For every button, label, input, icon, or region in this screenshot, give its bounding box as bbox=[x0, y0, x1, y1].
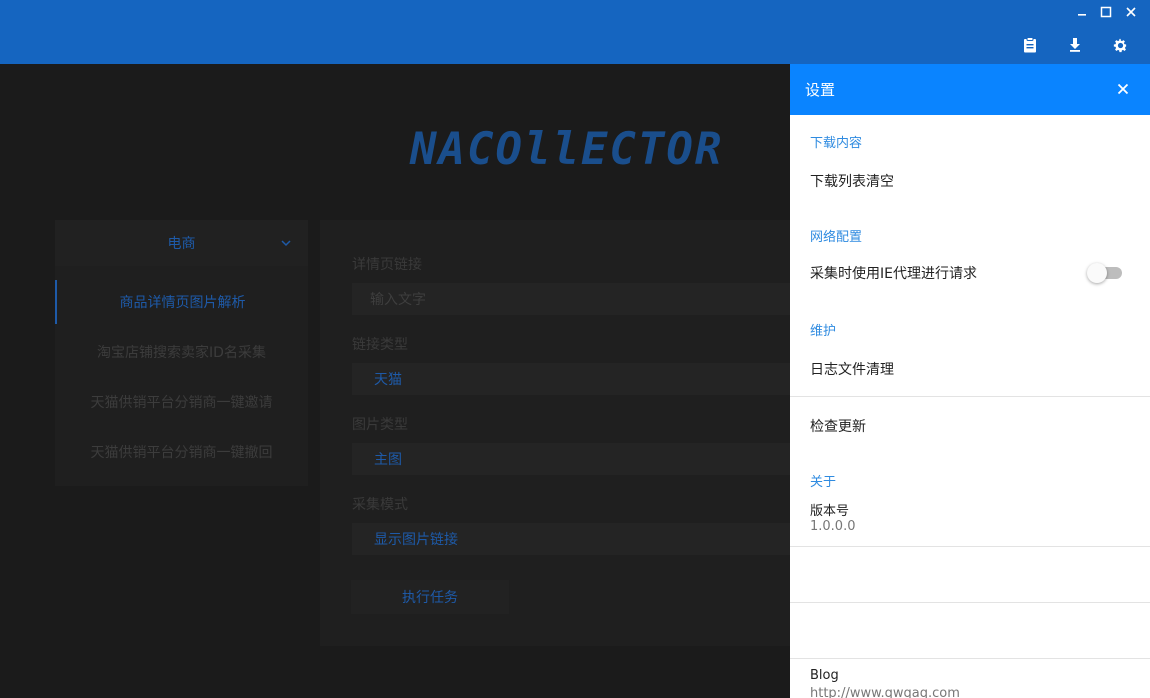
maximize-icon[interactable] bbox=[1095, 2, 1117, 22]
settings-header: 设置 bbox=[790, 64, 1150, 115]
clear-download-list-button[interactable]: 下载列表清空 bbox=[810, 171, 894, 191]
sidebar-item-seller-id[interactable]: 淘宝店铺搜索卖家ID名采集 bbox=[55, 330, 308, 374]
settings-close-icon[interactable] bbox=[1112, 78, 1134, 100]
divider bbox=[790, 546, 1150, 547]
download-section-title: 下载内容 bbox=[810, 136, 863, 151]
mode-select[interactable]: 显示图片链接 bbox=[352, 523, 790, 555]
version-label: 版本号 bbox=[810, 504, 850, 519]
link-input[interactable]: 输入文字 bbox=[352, 283, 790, 315]
network-section-title: 网络配置 bbox=[810, 230, 863, 245]
download-icon[interactable] bbox=[1063, 34, 1087, 56]
sidebar-item-image-parse[interactable]: 商品详情页图片解析 bbox=[55, 280, 308, 324]
version-value: 1.0.0.0 bbox=[810, 519, 856, 534]
sidebar-item-label: 天猫供销平台分销商一键撤回 bbox=[90, 445, 273, 461]
category-label: 电商 bbox=[167, 236, 196, 252]
blog-link[interactable]: http://www.qwqaq.com bbox=[810, 686, 960, 698]
divider bbox=[790, 396, 1150, 397]
sidebar-item-label: 淘宝店铺搜索卖家ID名采集 bbox=[97, 345, 266, 361]
settings-title: 设置 bbox=[805, 81, 836, 99]
sidebar-item-label: 天猫供销平台分销商一键邀请 bbox=[90, 395, 273, 411]
category-selector[interactable]: 电商 bbox=[55, 220, 308, 266]
task-form: 详情页链接 输入文字 链接类型 天猫 图片类型 主图 采集模式 显示图片链接 执… bbox=[320, 220, 790, 646]
clipboard-icon[interactable] bbox=[1018, 34, 1042, 56]
mode-label: 采集模式 bbox=[352, 497, 408, 513]
link-label: 详情页链接 bbox=[352, 257, 422, 273]
about-section-title: 关于 bbox=[810, 475, 837, 490]
clear-logs-button[interactable]: 日志文件清理 bbox=[810, 359, 894, 379]
divider bbox=[790, 658, 1150, 659]
sidebar-item-revoke[interactable]: 天猫供销平台分销商一键撤回 bbox=[55, 430, 308, 474]
link-type-select[interactable]: 天猫 bbox=[352, 363, 790, 395]
ie-proxy-label: 采集时使用IE代理进行请求 bbox=[810, 266, 977, 282]
gear-icon[interactable] bbox=[1108, 34, 1132, 56]
task-sidebar: 电商 商品详情页图片解析 淘宝店铺搜索卖家ID名采集 天猫供销平台分销商一键邀请… bbox=[55, 220, 308, 486]
title-bar bbox=[0, 0, 1150, 64]
close-icon[interactable] bbox=[1120, 2, 1142, 22]
image-type-select[interactable]: 主图 bbox=[352, 443, 790, 475]
app-logo: NACOllECTOR bbox=[410, 124, 724, 175]
ie-proxy-toggle[interactable] bbox=[1086, 263, 1124, 283]
sidebar-item-invite[interactable]: 天猫供销平台分销商一键邀请 bbox=[55, 380, 308, 424]
settings-panel: 设置 下载内容 下载列表清空 网络配置 采集时使用IE代理进行请求 维护 日志文… bbox=[790, 64, 1150, 698]
link-type-label: 链接类型 bbox=[352, 337, 408, 353]
maintenance-section-title: 维护 bbox=[810, 324, 837, 339]
chevron-down-icon bbox=[281, 236, 291, 250]
check-update-button[interactable]: 检查更新 bbox=[810, 416, 866, 436]
sidebar-item-label: 商品详情页图片解析 bbox=[119, 295, 246, 311]
minimize-icon[interactable] bbox=[1071, 2, 1093, 22]
image-type-label: 图片类型 bbox=[352, 417, 408, 433]
main-area: NACOllECTOR 电商 商品详情页图片解析 淘宝店铺搜索卖家ID名采集 天… bbox=[0, 64, 790, 698]
divider bbox=[790, 602, 1150, 603]
blog-label: Blog bbox=[810, 668, 839, 683]
toggle-knob bbox=[1087, 263, 1107, 283]
run-task-button[interactable]: 执行任务 bbox=[351, 580, 509, 614]
